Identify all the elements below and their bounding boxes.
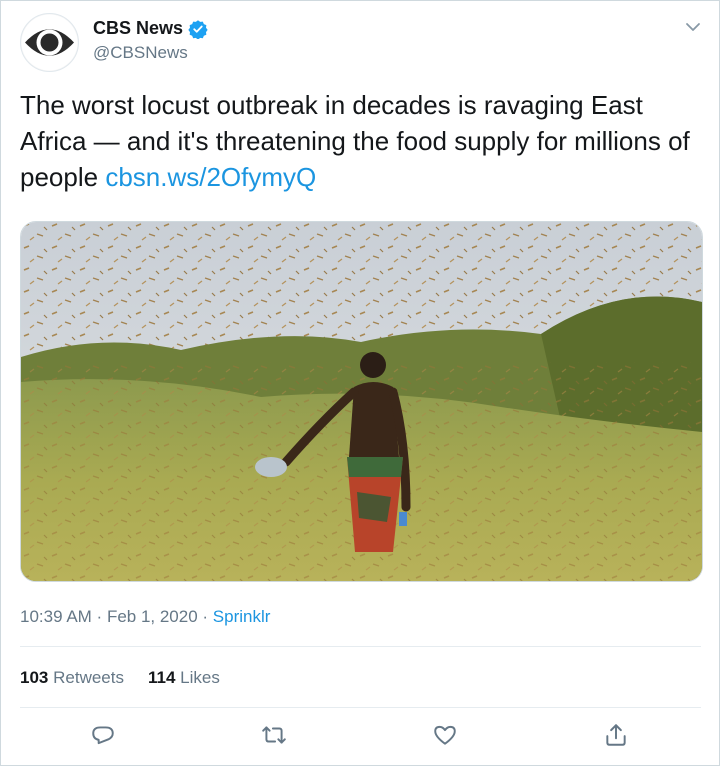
retweets-label: Retweets — [53, 668, 124, 687]
like-icon — [434, 725, 456, 745]
retweets-count: 103 — [20, 668, 49, 687]
avatar[interactable] — [20, 13, 79, 72]
divider — [20, 707, 701, 708]
meta-separator: · — [91, 607, 107, 626]
retweet-button[interactable] — [261, 722, 291, 752]
share-button[interactable] — [603, 722, 633, 752]
tweet-card: CBS News @CBSNews The worst locust outbr… — [0, 0, 720, 766]
tweet-time[interactable]: 10:39 AM — [20, 607, 92, 626]
retweet-icon — [262, 726, 286, 744]
locust-field-photo — [21, 222, 702, 581]
likes-stat[interactable]: 114 Likes — [148, 668, 220, 688]
tweet-meta: 10:39 AM · Feb 1, 2020 · Sprinklr — [20, 607, 270, 627]
tweet-photo[interactable] — [20, 221, 703, 582]
action-bar — [1, 722, 720, 756]
tweet-link[interactable]: cbsn.ws/2OfymyQ — [105, 162, 316, 192]
chevron-down-icon[interactable] — [683, 17, 703, 37]
likes-count: 114 — [147, 668, 176, 687]
reply-icon — [92, 726, 114, 745]
retweets-stat[interactable]: 103 Retweets — [20, 668, 124, 688]
display-name[interactable]: CBS News — [93, 18, 183, 39]
share-icon — [606, 724, 626, 746]
handle[interactable]: @CBSNews — [93, 43, 188, 63]
divider — [20, 646, 701, 647]
like-button[interactable] — [432, 722, 462, 752]
likes-label: Likes — [180, 668, 220, 687]
tweet-text: The worst locust outbreak in decades is … — [20, 87, 700, 195]
meta-separator: · — [197, 607, 213, 626]
tweet-source[interactable]: Sprinklr — [213, 607, 271, 626]
verified-badge-icon — [188, 19, 208, 39]
tweet-date[interactable]: Feb 1, 2020 — [107, 607, 198, 626]
author-name-row[interactable]: CBS News — [93, 18, 208, 39]
engagement-stats: 103 Retweets 114 Likes — [20, 668, 220, 688]
cbs-eye-logo — [21, 14, 78, 71]
reply-button[interactable] — [90, 722, 120, 752]
